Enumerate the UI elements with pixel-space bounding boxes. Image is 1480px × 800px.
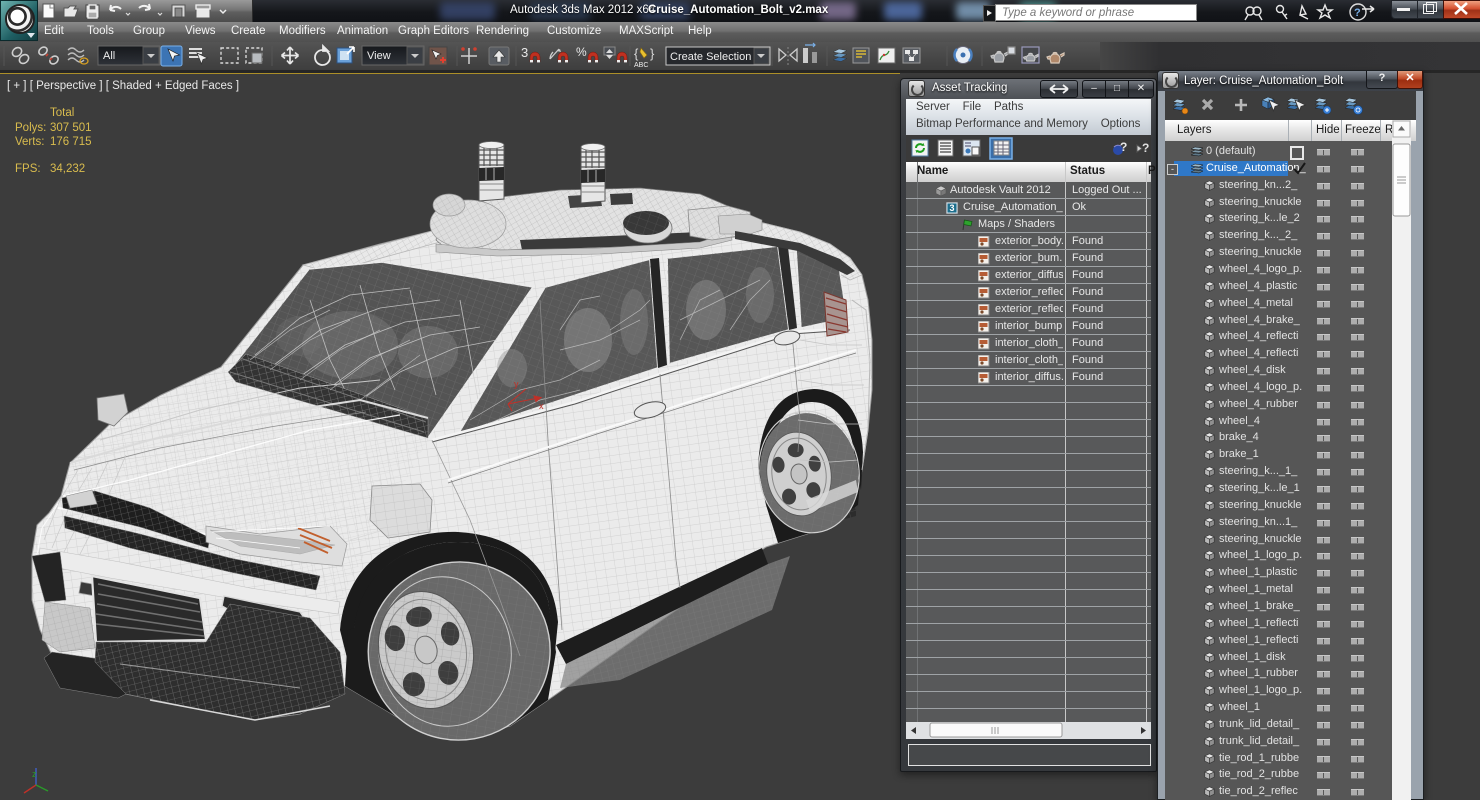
- svg-text:?: ?: [1120, 140, 1127, 154]
- svg-text:ABC: ABC: [634, 62, 648, 69]
- svg-text:3: 3: [521, 45, 528, 60]
- svg-text:All: All: [103, 50, 115, 62]
- svg-text:{: {: [634, 46, 639, 61]
- svg-text:View: View: [367, 50, 391, 62]
- svg-text:?: ?: [1142, 141, 1149, 155]
- svg-text:Create Selection Se: Create Selection Se: [670, 51, 768, 63]
- svg-text:}: }: [650, 46, 655, 61]
- svg-text:y: y: [514, 379, 519, 389]
- svg-text:%: %: [576, 45, 587, 59]
- svg-text:x: x: [539, 401, 544, 411]
- svg-text:z: z: [32, 769, 37, 779]
- svg-text:3: 3: [949, 203, 954, 213]
- svg-text:?: ?: [1354, 7, 1361, 19]
